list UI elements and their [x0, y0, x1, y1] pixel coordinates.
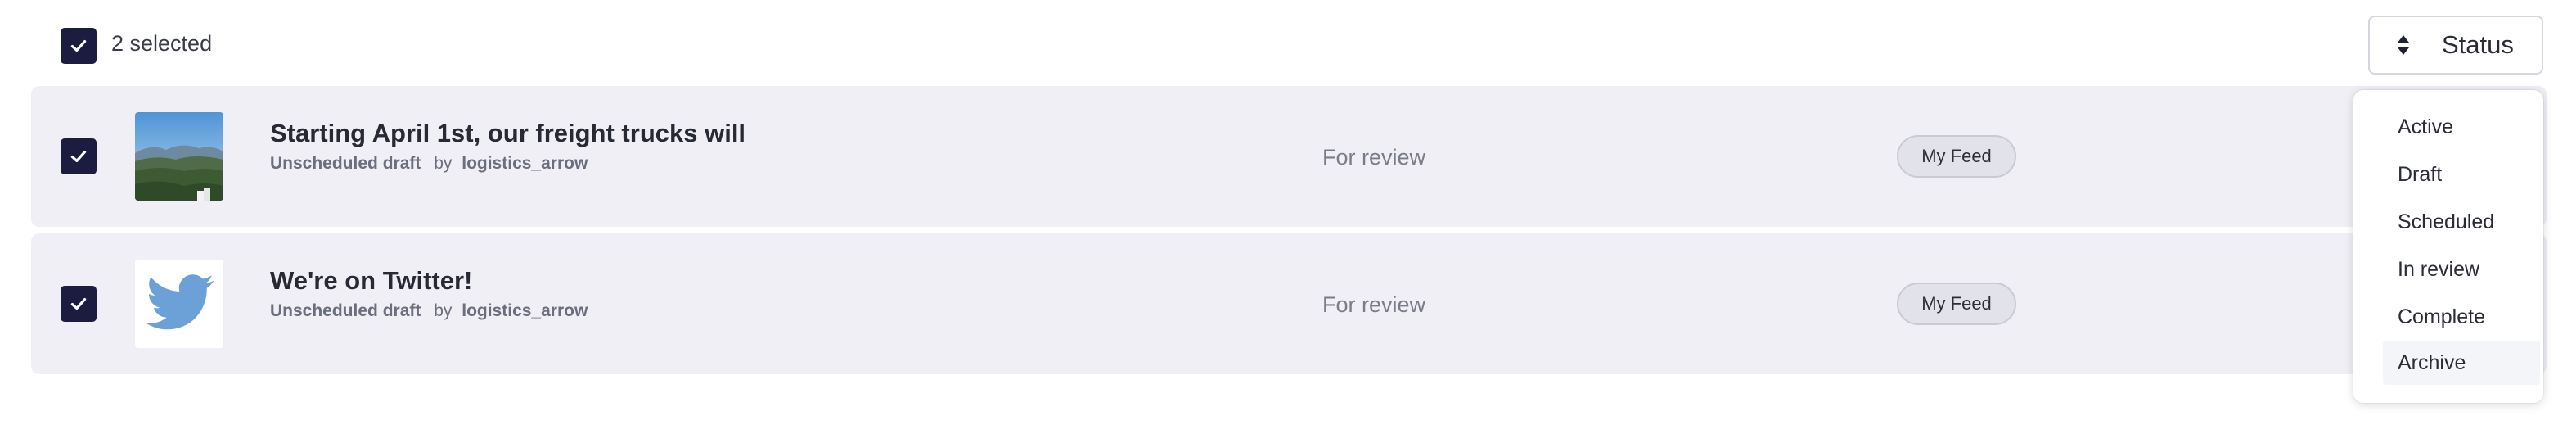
status-option-archive[interactable]: Archive [2383, 341, 2540, 385]
landscape-photo-icon [135, 112, 223, 201]
by-label: by [434, 301, 453, 320]
post-meta: Unscheduled draft by logistics_arrow [270, 301, 588, 321]
select-all-checkbox[interactable] [61, 28, 97, 64]
status-option-in-review[interactable]: In review [2383, 247, 2540, 292]
review-status: For review [1322, 145, 1426, 170]
table-row[interactable]: Starting April 1st, our freight trucks w… [31, 86, 2547, 227]
post-title[interactable]: We're on Twitter! [270, 266, 472, 296]
post-thumbnail[interactable] [135, 112, 223, 201]
post-meta: Unscheduled draft by logistics_arrow [270, 154, 588, 174]
status-option-active[interactable]: Active [2383, 105, 2540, 149]
table-row[interactable]: We're on Twitter! Unscheduled draft by l… [31, 233, 2547, 374]
status-dropdown-menu: Active Draft Scheduled In review Complet… [2353, 90, 2543, 403]
by-label: by [434, 154, 453, 173]
feed-badge[interactable]: My Feed [1897, 135, 2016, 178]
author-name: logistics_arrow [462, 301, 588, 320]
status-option-draft[interactable]: Draft [2383, 152, 2540, 197]
selected-count-label: 2 selected [111, 31, 213, 56]
row-checkbox[interactable] [61, 138, 97, 174]
feed-badge[interactable]: My Feed [1897, 283, 2016, 325]
checkmark-icon [70, 297, 87, 310]
author-name: logistics_arrow [462, 154, 588, 173]
post-title[interactable]: Starting April 1st, our freight trucks w… [270, 119, 745, 148]
post-thumbnail[interactable] [135, 260, 223, 348]
twitter-bird-icon [135, 260, 223, 348]
checkmark-icon [70, 39, 87, 52]
draft-status-label: Unscheduled draft [270, 301, 421, 320]
draft-status-label: Unscheduled draft [270, 154, 421, 173]
status-button-label: Status [2442, 30, 2514, 59]
checkmark-icon [70, 150, 87, 163]
status-option-scheduled[interactable]: Scheduled [2383, 200, 2540, 244]
status-sort-button[interactable]: Status [2368, 16, 2543, 75]
review-status: For review [1322, 292, 1426, 317]
sort-arrows-icon [2394, 33, 2412, 57]
row-checkbox[interactable] [61, 286, 97, 322]
status-option-complete[interactable]: Complete [2383, 295, 2540, 339]
